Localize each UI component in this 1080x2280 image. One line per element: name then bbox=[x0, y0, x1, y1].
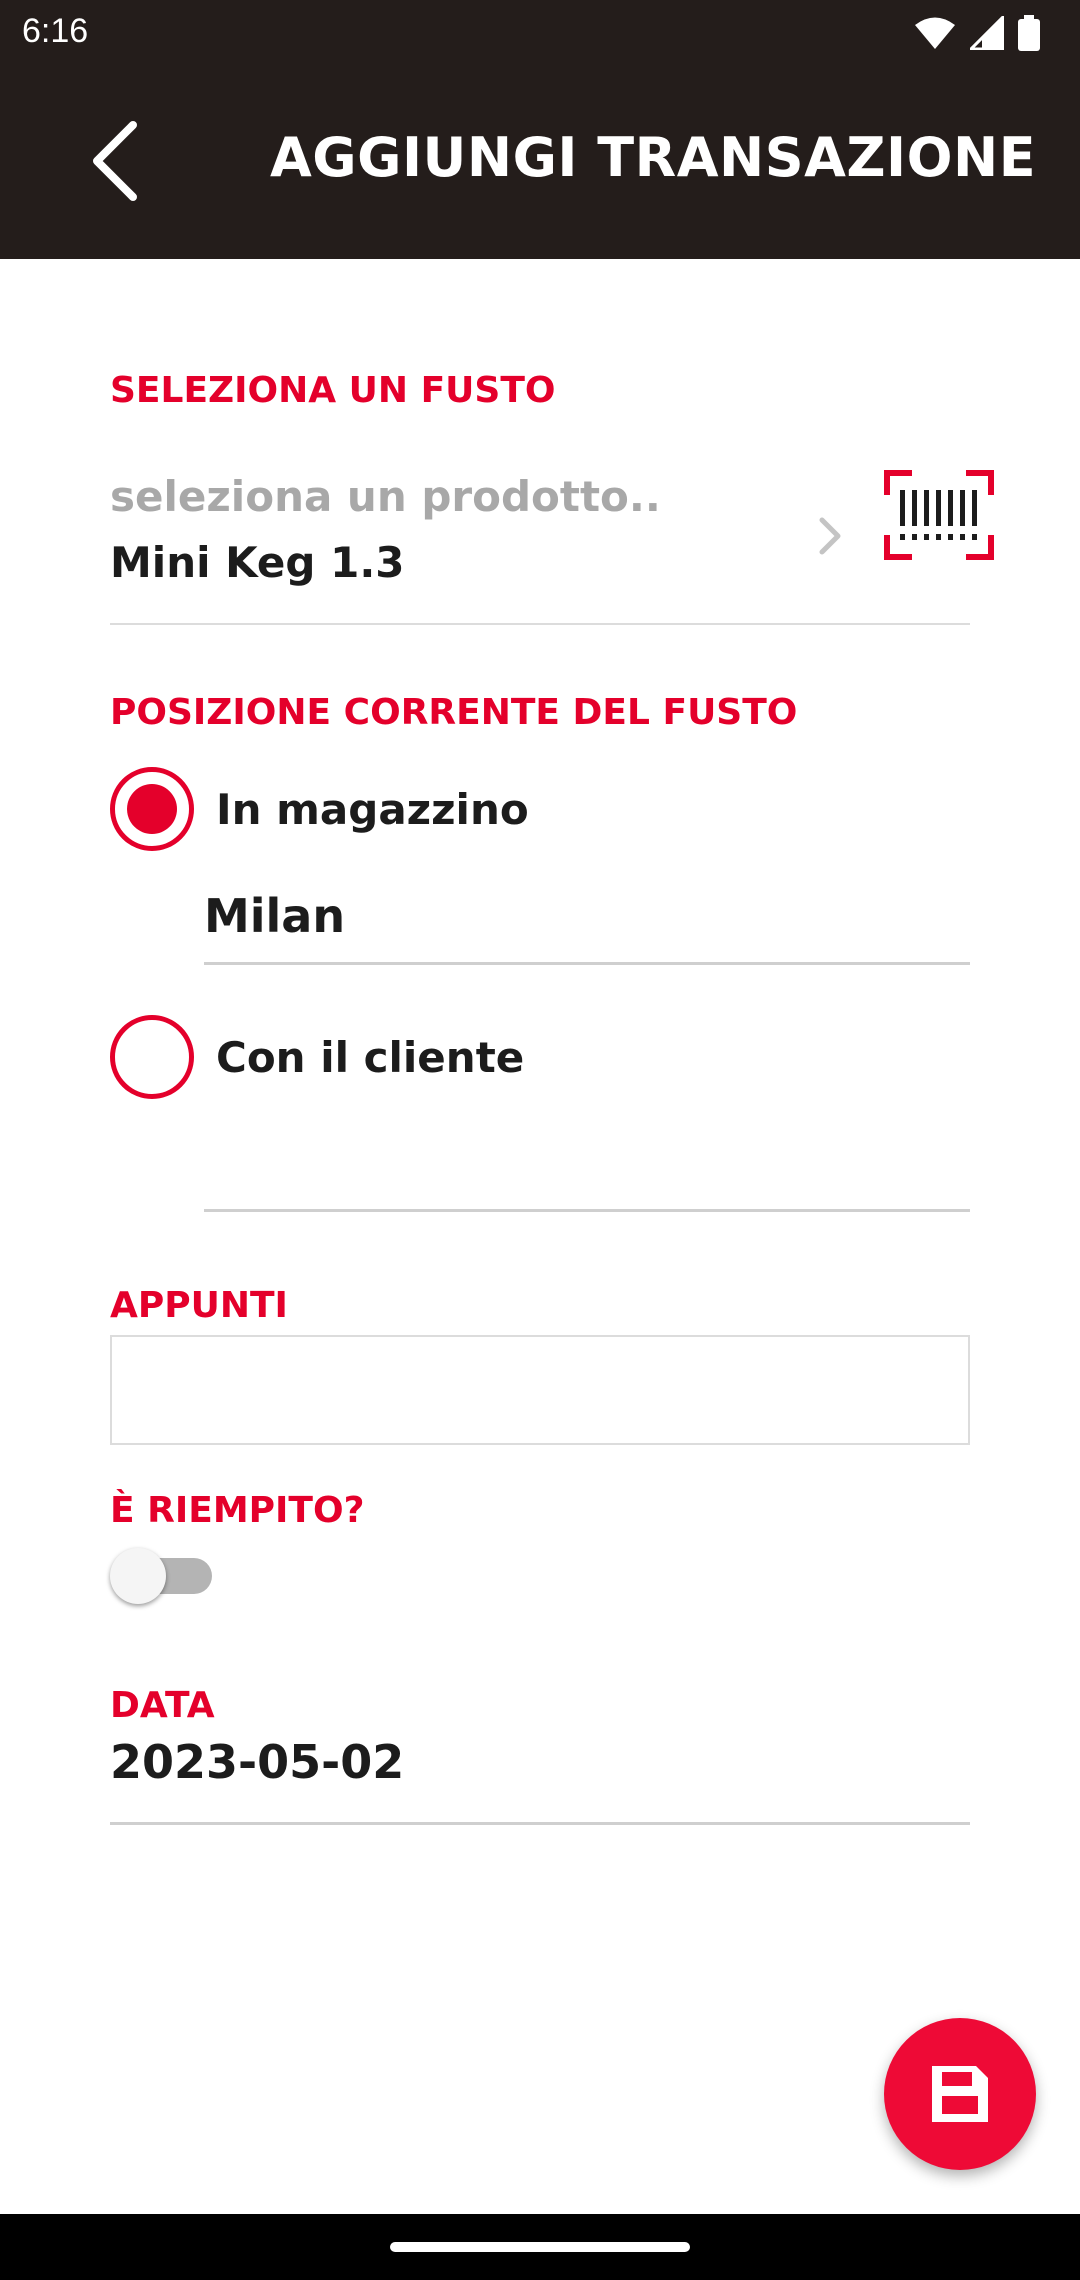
barcode-scan-icon[interactable] bbox=[884, 470, 994, 560]
product-selector[interactable]: seleziona un prodotto.. Mini Keg 1.3 bbox=[110, 460, 994, 625]
battery-icon bbox=[1018, 15, 1040, 51]
save-icon bbox=[932, 2066, 988, 2122]
radio-label: Con il cliente bbox=[216, 1032, 525, 1082]
signal-icon bbox=[970, 16, 1004, 50]
home-handle[interactable] bbox=[390, 2242, 690, 2252]
back-button[interactable] bbox=[70, 116, 160, 206]
wifi-icon bbox=[915, 17, 955, 49]
chevron-right-icon bbox=[819, 517, 841, 555]
radio-label: In magazzino bbox=[216, 784, 529, 834]
status-icons bbox=[914, 14, 1040, 52]
filled-toggle[interactable] bbox=[110, 1548, 212, 1604]
date-field[interactable]: 2023-05-02 bbox=[110, 1735, 970, 1825]
notes-section-label: APPUNTI bbox=[110, 1285, 288, 1326]
product-value: Mini Keg 1.3 bbox=[110, 538, 405, 587]
keg-section-label: SELEZIONA UN FUSTO bbox=[110, 370, 556, 411]
app-bar: AGGIUNGI TRANSAZIONE bbox=[0, 66, 1080, 259]
chevron-left-icon bbox=[93, 121, 137, 201]
customer-field[interactable] bbox=[204, 1122, 970, 1212]
product-placeholder: seleziona un prodotto.. bbox=[110, 472, 661, 521]
date-section-label: DATA bbox=[110, 1685, 215, 1726]
navigation-bar bbox=[0, 2214, 1080, 2280]
position-section-label: POSIZIONE CORRENTE DEL FUSTO bbox=[110, 692, 798, 733]
filled-section-label: È RIEMPITO? bbox=[110, 1490, 365, 1531]
radio-with-customer[interactable]: Con il cliente bbox=[110, 1015, 524, 1099]
toggle-thumb bbox=[110, 1548, 166, 1604]
warehouse-field[interactable]: Milan bbox=[204, 875, 970, 965]
page-title: AGGIUNGI TRANSAZIONE bbox=[270, 126, 1037, 189]
radio-button-unchecked[interactable] bbox=[110, 1015, 194, 1099]
radio-in-warehouse[interactable]: In magazzino bbox=[110, 767, 529, 851]
notes-input[interactable] bbox=[110, 1335, 970, 1445]
radio-button-checked[interactable] bbox=[110, 767, 194, 851]
status-time: 6:16 bbox=[22, 12, 89, 50]
save-button[interactable] bbox=[884, 2018, 1036, 2170]
status-bar: 6:16 bbox=[0, 0, 1080, 66]
